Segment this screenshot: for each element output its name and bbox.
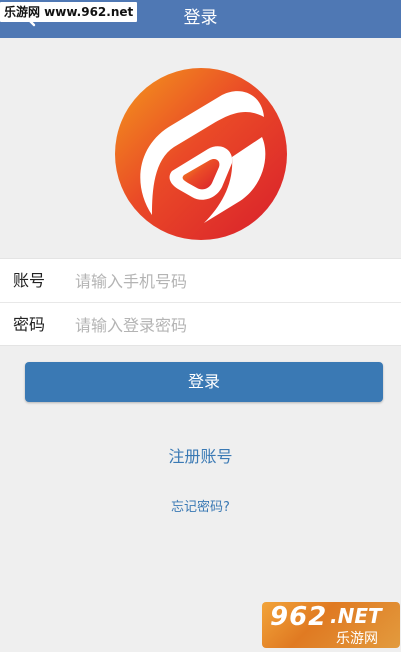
password-label: 密码	[13, 315, 46, 334]
password-row: 密码	[0, 302, 401, 345]
account-row: 账号	[0, 259, 401, 302]
account-label: 账号	[13, 271, 46, 290]
site-watermark-top: 乐游网 www.962.net	[0, 2, 138, 22]
login-button[interactable]: 登录	[25, 362, 383, 402]
forgot-password-link[interactable]: 忘记密码?	[0, 496, 401, 515]
register-link[interactable]: 注册账号	[0, 443, 401, 467]
watermark-number: 962	[270, 602, 328, 632]
login-form: 账号 密码	[0, 258, 401, 346]
watermark-site-name: 乐游网	[336, 631, 378, 647]
login-screen: 登录 乐游网 www.962.net 账号 密码	[0, 0, 401, 652]
password-input[interactable]	[75, 311, 375, 339]
watermark-net: .NET	[330, 604, 382, 628]
site-watermark-bottom: 962 .NET 乐游网	[262, 602, 400, 648]
account-input[interactable]	[75, 267, 375, 295]
app-logo	[112, 65, 290, 243]
